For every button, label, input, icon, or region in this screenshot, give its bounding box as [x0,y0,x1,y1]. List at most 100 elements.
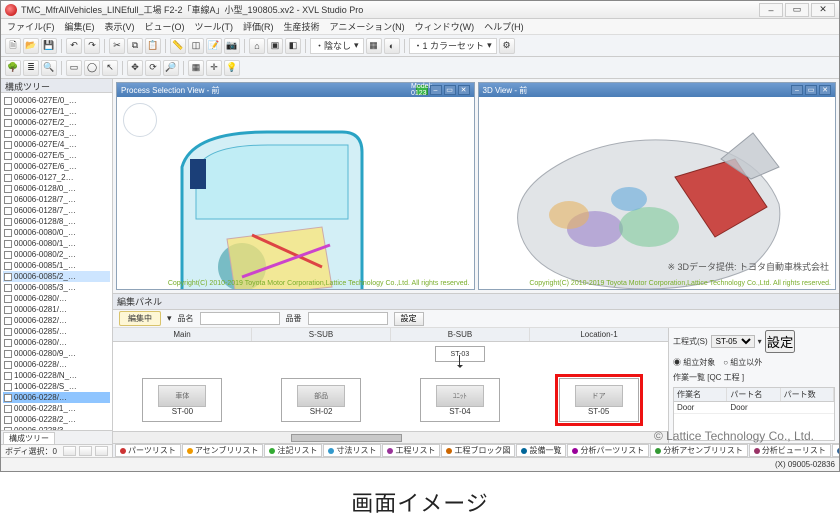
camera-icon[interactable]: 📷 [224,38,240,54]
station-node[interactable]: 部品SH-02 [281,378,361,422]
bottom-tab[interactable]: 分析パーツリスト [567,444,649,457]
search-icon[interactable]: 🔍 [41,60,57,76]
iso-icon[interactable]: ◧ [285,38,301,54]
tree-item[interactable]: 00006-0282/… [3,315,110,326]
checkbox-icon[interactable] [4,416,12,424]
checkbox-icon[interactable] [4,284,12,292]
pane-max-icon[interactable]: ▭ [444,85,456,95]
checkbox-icon[interactable] [4,207,12,215]
col-op[interactable]: 作業名 [674,388,727,401]
close-button[interactable]: ✕ [811,3,835,17]
checkbox-icon[interactable] [4,295,12,303]
checkbox-icon[interactable] [4,372,12,380]
pane-max-icon[interactable]: ▭ [805,85,817,95]
note-icon[interactable]: 📝 [206,38,222,54]
play-button[interactable] [79,446,92,456]
new-icon[interactable]: 🗎 [5,38,21,54]
set-button[interactable]: 設定 [394,312,424,326]
colorset-dropdown[interactable]: ・1 カラーセット▾ [409,38,497,54]
checkbox-icon[interactable] [4,394,12,402]
wire-icon[interactable]: ▦ [366,38,382,54]
menu-eval[interactable]: 評価(R) [243,20,274,33]
bottom-tab[interactable]: 工程リスト [382,444,440,457]
zoom-icon[interactable]: 🔎 [163,60,179,76]
settings-icon[interactable]: ⚙ [499,38,515,54]
checkbox-icon[interactable] [4,339,12,347]
measure-icon[interactable]: 📏 [170,38,186,54]
next-button[interactable] [95,446,108,456]
list-icon[interactable]: ≣ [23,60,39,76]
checkbox-icon[interactable] [4,152,12,160]
tree-item[interactable]: 06006-0128/8_… [3,216,110,227]
tree-item[interactable]: 00006-027E/0_… [3,95,110,106]
tree-item[interactable]: 00006-0280/… [3,293,110,304]
checkbox-icon[interactable] [4,196,12,204]
code-input[interactable] [308,312,388,325]
checkbox-icon[interactable] [4,361,12,369]
tree[interactable]: 00006-027E/0_…00006-027E/1_…00006-027E/2… [1,93,112,430]
checkbox-icon[interactable] [4,141,12,149]
home-view-icon[interactable]: ⌂ [249,38,265,54]
lane-ssub[interactable]: S-SUB [252,328,391,341]
menu-help[interactable]: ヘルプ(H) [484,20,524,33]
checkbox-icon[interactable] [4,174,12,182]
bottom-tab[interactable]: 分析アセンブリリスト [650,444,748,457]
tree-item[interactable]: 00006-0228/2_… [3,414,110,425]
bottom-tab[interactable]: 設備一覧 [516,444,566,457]
tree-item[interactable]: 00006-0085/3_… [3,282,110,293]
tree-icon[interactable]: 🌳 [5,60,21,76]
tree-item[interactable]: 06006-0128/0_… [3,183,110,194]
right-3d-canvas[interactable]: ※ 3Dデータ提供: トヨタ自動車株式会社 Copyright(C) 2010-… [479,97,836,289]
light-icon[interactable]: 💡 [224,60,240,76]
bottom-tab[interactable]: 注記リスト [264,444,322,457]
fit-icon[interactable]: ▣ [267,38,283,54]
checkbox-icon[interactable] [4,240,12,248]
sidebar-tab-tree[interactable]: 構成ツリー [3,432,55,444]
minimize-button[interactable]: – [759,3,783,17]
menu-view[interactable]: 表示(V) [105,20,135,33]
bottom-tab[interactable]: パーツリスト [115,444,181,457]
radio-assembly[interactable]: ◉ 組立対象 [673,357,715,368]
station-node[interactable]: ﾕﾆｯﾄST-04 [420,378,500,422]
lane-loc1[interactable]: Location-1 [530,328,668,341]
bottom-tab[interactable]: 工程ブロック図 [441,444,515,457]
checkbox-icon[interactable] [4,163,12,171]
checkbox-icon[interactable] [4,273,12,281]
lasso-icon[interactable]: ◯ [84,60,100,76]
cut-icon[interactable]: ✂ [109,38,125,54]
checkbox-icon[interactable] [4,328,12,336]
checkbox-icon[interactable] [4,119,12,127]
station-node[interactable]: 車体ST-00 [142,378,222,422]
tree-item[interactable]: 00006-0281/… [3,304,110,315]
tree-item[interactable]: 00006-0280/9_… [3,348,110,359]
checkbox-icon[interactable] [4,185,12,193]
checkbox-icon[interactable] [4,317,12,325]
menu-tools[interactable]: ツール(T) [195,20,234,33]
menu-file[interactable]: ファイル(F) [7,20,55,33]
bottom-tab[interactable]: アニメーション編集 [832,444,839,457]
tree-item[interactable]: 00006-0080/0_… [3,227,110,238]
table-row[interactable]: Door Door [674,402,834,414]
col-count[interactable]: パート数 [781,388,834,401]
tree-item[interactable]: 10006-0228/N_… [3,370,110,381]
checkbox-icon[interactable] [4,108,12,116]
tree-item[interactable]: 00006-0280/… [3,337,110,348]
tree-item[interactable]: 00006-0085/2_… [3,271,110,282]
tree-item[interactable]: 00006-027E/2_… [3,117,110,128]
menu-window[interactable]: ウィンドウ(W) [415,20,475,33]
checkbox-icon[interactable] [4,251,12,259]
tree-item[interactable]: 00006-027E/6_… [3,161,110,172]
pane-min-icon[interactable]: – [430,85,442,95]
maximize-button[interactable]: ▭ [785,3,809,17]
checkbox-icon[interactable] [4,229,12,237]
checkbox-icon[interactable] [4,383,12,391]
tree-item[interactable]: 00006-027E/4_… [3,139,110,150]
tree-item[interactable]: 06006-0128/7_… [3,194,110,205]
name-input[interactable] [200,312,280,325]
pane-close-icon[interactable]: ✕ [819,85,831,95]
tree-item[interactable]: 00006-027E/5_… [3,150,110,161]
rotate-icon[interactable]: ⟳ [145,60,161,76]
bottom-tab[interactable]: 分析ビューリスト [749,444,831,457]
bottom-tab[interactable]: アセンブリリスト [182,444,264,457]
menu-edit[interactable]: 編集(E) [65,20,95,33]
